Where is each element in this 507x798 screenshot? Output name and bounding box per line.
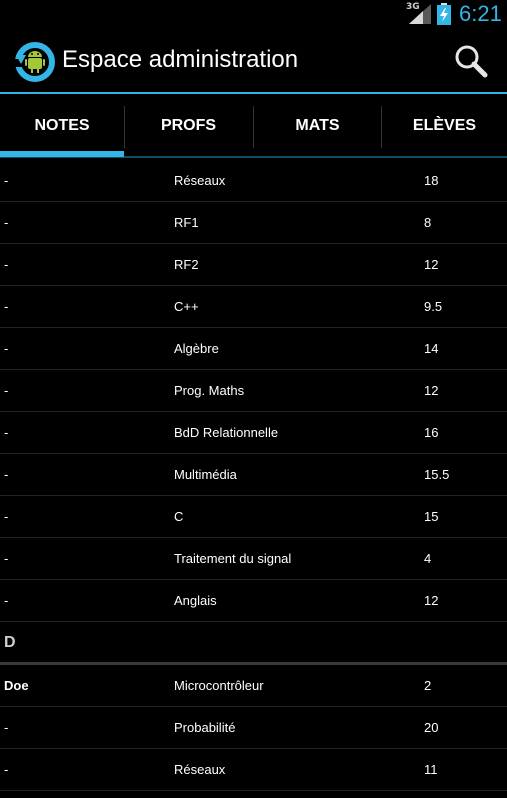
tab-profs[interactable]: PROFS [125, 94, 252, 158]
student-name: - [4, 762, 9, 777]
battery-charging-icon [437, 3, 451, 25]
subject-name: Probabilité [174, 720, 236, 735]
app-screen: 3G 6:21 Espace administration NOTES PROF… [0, 0, 507, 798]
list-item[interactable]: - C++ 9.5 [0, 286, 507, 328]
grade-value: 12 [424, 383, 439, 398]
grade-value: 14 [424, 341, 439, 356]
subject-name: Réseaux [174, 762, 226, 777]
student-name: - [4, 173, 9, 188]
student-name: - [4, 720, 9, 735]
grade-value: 18 [424, 173, 439, 188]
list-item[interactable]: - Anglais 12 [0, 580, 507, 622]
subject-name: Algèbre [174, 341, 219, 356]
subject-name: Traitement du signal [174, 551, 292, 566]
student-name: Doe [4, 678, 29, 693]
grade-group: - Réseaux 18 - RF1 8 - RF2 12 - C++ 9.5 - Algèbre 14 - P… [0, 160, 507, 622]
list-item[interactable]: - Réseaux 18 [0, 160, 507, 202]
signal-icon [409, 4, 431, 24]
student-name: - [4, 467, 9, 482]
status-bar: 3G 6:21 [0, 0, 507, 28]
grades-list[interactable]: - Réseaux 18 - RF1 8 - RF2 12 - C++ 9.5 - Algèbre 14 - P… [0, 160, 507, 798]
grade-value: 11 [424, 762, 438, 777]
action-bar: Espace administration [0, 28, 507, 92]
grade-value: 12 [424, 593, 439, 608]
list-item[interactable]: Doe Microcontrôleur 2 [0, 665, 507, 707]
grade-value: 4 [424, 551, 432, 566]
section-header: D [0, 622, 507, 662]
subject-name: RF1 [174, 215, 199, 230]
active-tab-indicator [0, 151, 124, 157]
subject-name: Réseaux [174, 173, 226, 188]
grade-group: Doe Microcontrôleur 2 - Probabilité 20 - Réseau… [0, 665, 507, 791]
tab-mats[interactable]: MATS [254, 94, 381, 158]
grade-value: 2 [424, 678, 432, 693]
list-item[interactable]: - C 15 [0, 496, 507, 538]
subject-name: Microcontrôleur [174, 678, 264, 693]
subject-name: Anglais [174, 593, 217, 608]
student-name: - [4, 509, 9, 524]
student-name: - [4, 257, 9, 272]
student-name: - [4, 341, 9, 356]
list-item[interactable]: - BdD Relationnelle 16 [0, 412, 507, 454]
subject-name: BdD Relationnelle [174, 425, 279, 440]
grade-value: 15 [424, 509, 439, 524]
grade-value: 20 [424, 720, 439, 735]
grade-value: 9.5 [424, 299, 443, 314]
page-title: Espace administration [62, 46, 299, 73]
subject-name: C [174, 509, 184, 524]
grade-value: 15.5 [424, 467, 450, 482]
subject-name: C++ [174, 299, 199, 314]
student-name: - [4, 425, 9, 440]
list-item[interactable]: - RF2 12 [0, 244, 507, 286]
list-item[interactable]: - Prog. Maths 12 [0, 370, 507, 412]
grade-value: 12 [424, 257, 439, 272]
student-name: - [4, 299, 9, 314]
tab-eleves[interactable]: ELÈVES [382, 94, 507, 158]
list-item[interactable]: - Traitement du signal 4 [0, 538, 507, 580]
status-time: 6:21 [459, 1, 502, 26]
subject-name: Prog. Maths [174, 383, 245, 398]
app-logo-icon[interactable] [14, 41, 56, 83]
grade-value: 8 [424, 215, 432, 230]
subject-name: Multimédia [174, 467, 237, 482]
subject-name: RF2 [174, 257, 199, 272]
tab-notes[interactable]: NOTES [0, 94, 124, 158]
student-name: - [4, 551, 9, 566]
list-item[interactable]: - RF1 8 [0, 202, 507, 244]
student-name: - [4, 383, 9, 398]
search-icon[interactable] [454, 44, 488, 78]
student-name: - [4, 215, 9, 230]
section-letter: D [4, 634, 16, 651]
list-item[interactable]: - Probabilité 20 [0, 707, 507, 749]
tab-bar: NOTES PROFS MATS ELÈVES [0, 94, 507, 158]
student-name: - [4, 593, 9, 608]
grade-value: 16 [424, 425, 439, 440]
list-item[interactable]: - Multimédia 15.5 [0, 454, 507, 496]
list-item[interactable]: - Réseaux 11 [0, 749, 507, 791]
list-item[interactable]: - Algèbre 14 [0, 328, 507, 370]
